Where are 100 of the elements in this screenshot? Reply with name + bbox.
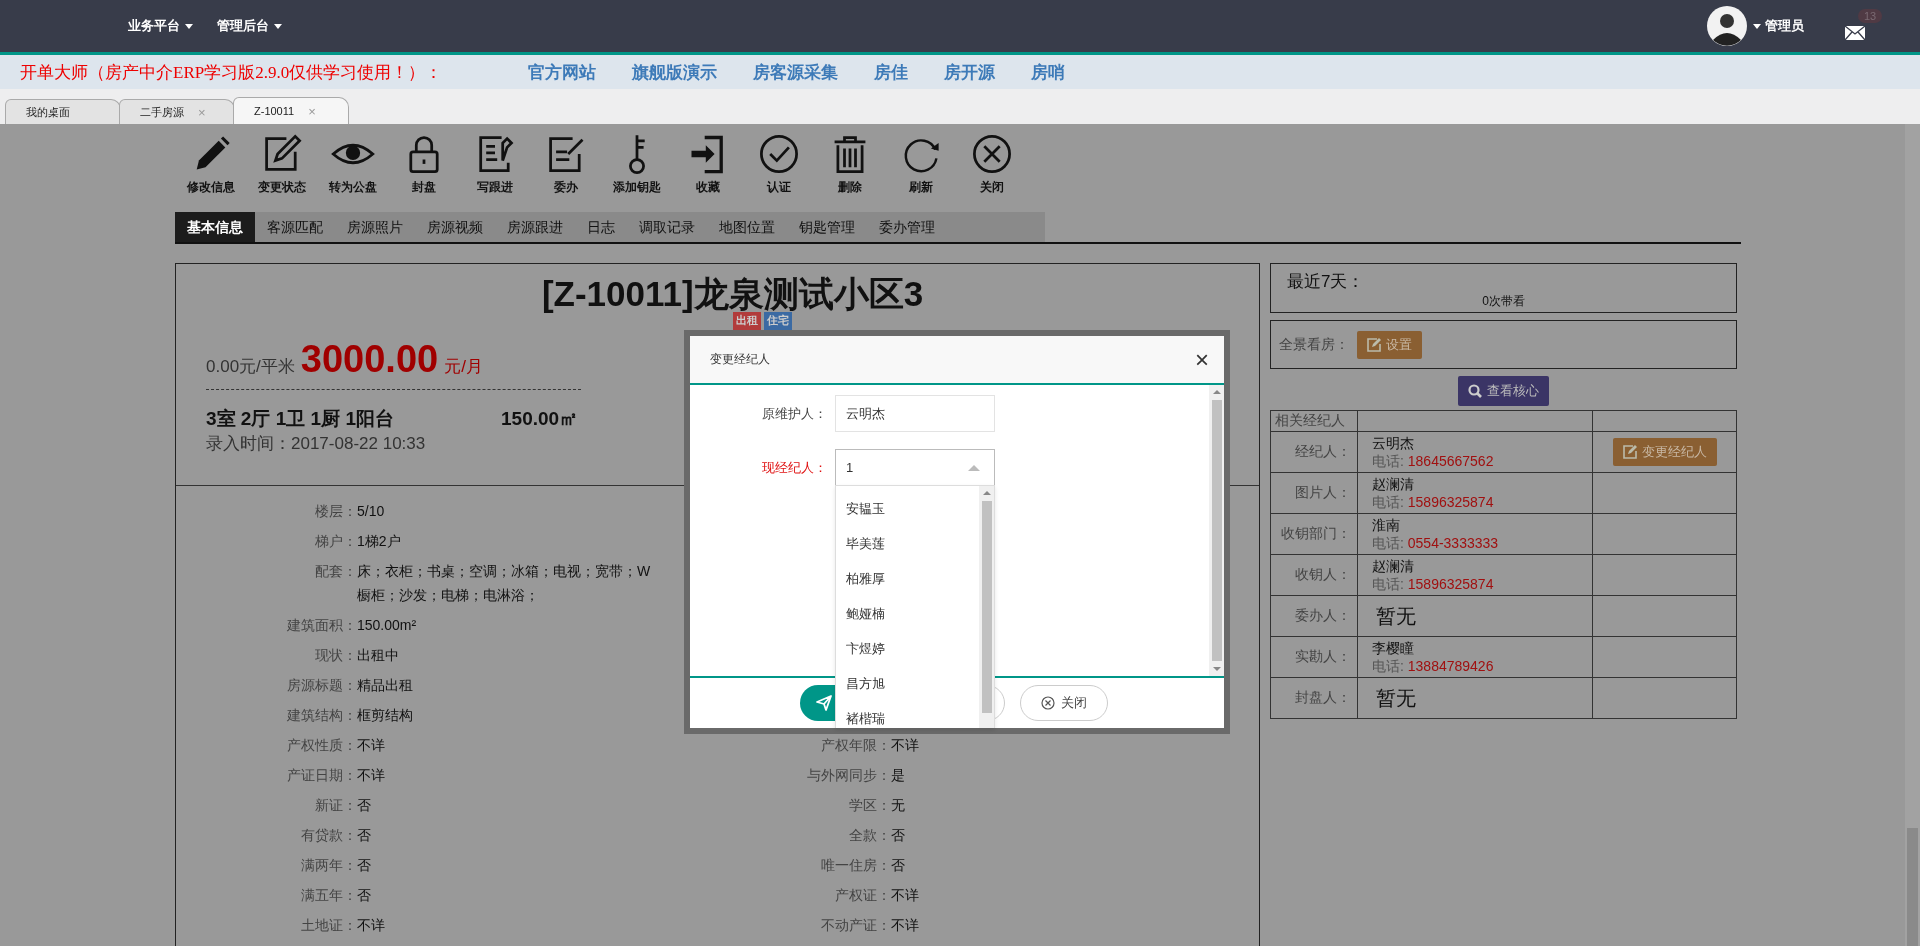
tag: 住宅 — [764, 312, 792, 330]
banner-link[interactable]: 房开源 — [944, 60, 995, 84]
agent-name: 淮南 — [1372, 516, 1401, 534]
field-label: 现状： — [314, 646, 357, 665]
banner-link[interactable]: 房哨 — [1031, 60, 1065, 84]
mail-icon[interactable] — [1844, 25, 1866, 41]
banner-link[interactable]: 旗舰版演示 — [632, 60, 717, 84]
toolbar-button[interactable]: 变更状态 — [246, 132, 317, 212]
field-label: 建筑结构： — [286, 706, 357, 725]
caret-icon[interactable] — [968, 464, 980, 471]
detail-tab[interactable]: 委办管理 — [867, 212, 947, 242]
toolbar-button[interactable]: 封盘 — [388, 132, 459, 212]
field-label: 产证日期： — [286, 766, 357, 785]
toolbar-button[interactable]: 认证 — [743, 132, 814, 212]
detail-tab[interactable]: 钥匙管理 — [787, 212, 867, 242]
nav-menu[interactable]: 业务平台 — [128, 11, 193, 41]
nav-menu[interactable]: 管理后台 — [217, 11, 282, 41]
dropdown-option[interactable]: 柏雅厚 — [836, 561, 979, 596]
banner-link[interactable]: 官方网站 — [528, 60, 596, 84]
detail-tab[interactable]: 调取记录 — [627, 212, 707, 242]
field-value: 5/10 — [357, 502, 385, 521]
agent-name: 李樱瞳 — [1372, 639, 1415, 657]
unit-price: 0.00元/平米 — [206, 356, 295, 378]
entry-time: 录入时间：2017-08-22 10:33 — [206, 433, 427, 455]
field-value: 否 — [891, 856, 905, 875]
field-value: 否 — [891, 826, 905, 845]
table-cell: 委办人： — [1270, 595, 1358, 637]
toolbar-button[interactable]: 删除 — [814, 132, 885, 212]
close-button[interactable]: 关闭 — [1020, 685, 1108, 721]
user-menu[interactable]: 管理员 — [1753, 17, 1804, 35]
field-value: 不详 — [891, 886, 919, 905]
field-label: 有贷款： — [300, 826, 357, 845]
field-value: 精品出租 — [357, 676, 413, 695]
field-value: 不详 — [891, 916, 919, 935]
detail-tab[interactable]: 基本信息 — [175, 212, 255, 242]
avatar-icon[interactable] — [1707, 6, 1747, 46]
field-value: 否 — [357, 826, 371, 845]
dropdown-option[interactable]: 昌方旭 — [836, 666, 979, 701]
agent-name: 暂无 — [1375, 686, 1417, 711]
banner-link[interactable]: 房客源采集 — [753, 60, 838, 84]
view-core-button[interactable]: 查看核心 — [1458, 376, 1549, 406]
field-label: 产权证： — [834, 886, 891, 905]
toolbar-button[interactable]: 修改信息 — [175, 132, 246, 212]
recent-label: 最近7天： — [1287, 271, 1366, 293]
caret-icon — [185, 23, 193, 29]
page-tab[interactable]: 二手房源 × — [119, 99, 235, 124]
close-icon[interactable]: × — [1195, 347, 1209, 372]
scrollbar[interactable] — [979, 486, 994, 728]
dropdown-option[interactable]: 安韫玉 — [836, 491, 979, 526]
detail-tab[interactable]: 房源跟进 — [495, 212, 575, 242]
room-layout: 3室 2厅 1卫 1厨 1阳台 — [206, 407, 395, 431]
field-label: 满五年： — [300, 886, 357, 905]
field-value: 框剪结构 — [357, 706, 413, 725]
field-label: 新证： — [314, 796, 357, 815]
detail-tab[interactable]: 日志 — [575, 212, 627, 242]
send-icon — [816, 695, 832, 711]
detail-tab[interactable]: 客源匹配 — [255, 212, 335, 242]
close-icon — [1041, 696, 1055, 710]
toolbar-button[interactable]: 写跟进 — [459, 132, 530, 212]
field-label: 建筑面积： — [286, 616, 357, 635]
detail-tab[interactable]: 房源视频 — [415, 212, 495, 242]
agent-name: 赵澜清 — [1372, 557, 1415, 575]
toolbar-button[interactable]: 委办 — [530, 132, 601, 212]
page-tab[interactable]: 我的桌面 — [5, 99, 121, 124]
field-label: 配套： — [314, 562, 357, 581]
dropdown-option[interactable]: 褚楷瑞 — [836, 701, 979, 728]
scrollbar[interactable] — [1209, 385, 1224, 676]
agent-name: 赵澜清 — [1372, 475, 1415, 493]
dropdown-option[interactable]: 卞煜婷 — [836, 631, 979, 666]
field-value: 橱柜；沙发；电梯；电淋浴； — [357, 586, 540, 605]
page-tab[interactable]: Z-10011 × — [233, 97, 349, 124]
dropdown-option[interactable]: 鲍娅楠 — [836, 596, 979, 631]
panorama-label: 全景看房： — [1279, 335, 1349, 354]
field-label: 原维护人： — [761, 404, 828, 423]
edit-icon — [1367, 337, 1381, 352]
field-value: 出租中 — [357, 646, 399, 665]
toolbar-button[interactable]: 添加钥匙 — [601, 132, 672, 212]
table-cell: 实勘人： — [1270, 636, 1358, 678]
text-field[interactable]: 云明杰 — [835, 395, 995, 432]
edit-icon — [1622, 445, 1637, 459]
caret-icon — [1753, 23, 1761, 29]
field-value: 150.00m² — [357, 616, 417, 635]
field-label: 满两年： — [300, 856, 357, 875]
toolbar-button[interactable]: 转为公盘 — [317, 132, 388, 212]
field-label: 与外网同步： — [806, 766, 891, 785]
phone-number: 电话: 18645667562 — [1372, 451, 1495, 470]
field-value: 1梯2户 — [357, 532, 401, 551]
field-label: 楼层： — [314, 502, 357, 521]
toolbar-button[interactable]: 关闭 — [956, 132, 1027, 212]
banner-link[interactable]: 房佳 — [874, 60, 908, 84]
dropdown-option[interactable]: 毕美莲 — [836, 526, 979, 561]
detail-tab[interactable]: 地图位置 — [707, 212, 787, 242]
field-value: 不详 — [891, 736, 919, 755]
toolbar-button[interactable]: 刷新 — [885, 132, 956, 212]
field-value: 否 — [357, 886, 371, 905]
toolbar-button[interactable]: 收藏 — [672, 132, 743, 212]
detail-tab[interactable]: 房源照片 — [335, 212, 415, 242]
scrollbar[interactable] — [1905, 124, 1920, 946]
price-unit: 元/月 — [444, 356, 483, 378]
field-label: 唯一住房： — [820, 856, 891, 875]
